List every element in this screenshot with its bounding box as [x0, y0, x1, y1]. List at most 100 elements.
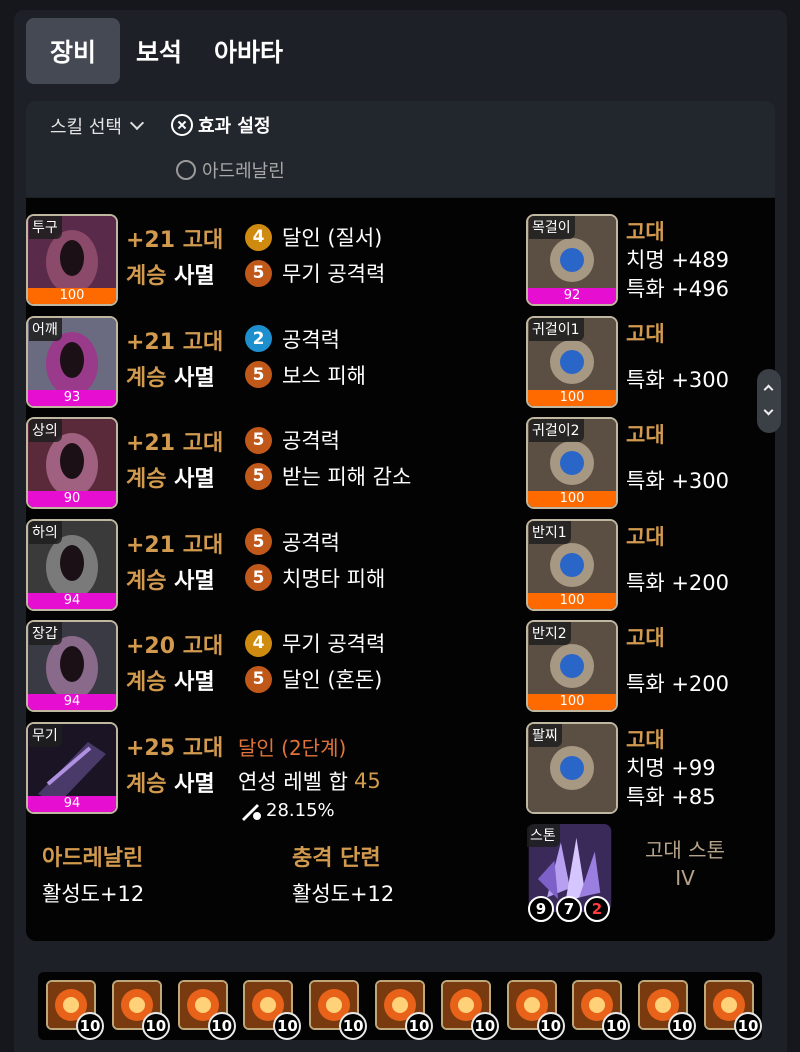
option-row: 4 달인 (질서) [245, 222, 382, 252]
bond-label: 연성 레벨 합 [238, 770, 348, 794]
quality-bar: 93 [28, 389, 116, 406]
elixir-name: 아드레날린 [42, 846, 144, 871]
skill-select-dropdown[interactable]: 스킬 선택 [50, 113, 148, 139]
tab-bar: 장비 보석 아바타 [26, 18, 299, 84]
set-name: 사멸 [174, 264, 215, 289]
slot-label: 투구 [29, 216, 62, 239]
set-info: 계승 사멸 [126, 360, 215, 392]
gem-level: 10 [207, 1012, 236, 1040]
quality-bar: 100 [528, 592, 616, 609]
slot-label: 상의 [29, 419, 62, 442]
tab-gems[interactable]: 보석 [120, 18, 198, 84]
weapon-enhance: +25 고대 [126, 730, 223, 762]
set-name: 사멸 [174, 568, 215, 594]
option-row: 4 무기 공격력 [245, 628, 385, 658]
gem-strip: 10 10 10 10 10 10 10 10 10 10 10 [38, 972, 762, 1040]
radio-icon [176, 160, 196, 180]
equipment-slot[interactable]: 팔찌 [526, 721, 618, 814]
option-row: 5 공격력 [245, 527, 340, 557]
succession-label: 계승 [126, 670, 167, 695]
quality-bar: 100 [28, 288, 116, 304]
gem-level: 10 [76, 1012, 104, 1040]
option-level-badge: 5 [245, 426, 272, 454]
option-name: 달인 (혼돈) [282, 668, 383, 692]
slot-label: 반지1 [529, 520, 571, 544]
tab-avatar[interactable]: 아바타 [198, 18, 299, 84]
enhance-text: +21 고대 [126, 431, 224, 456]
option-name: 공격력 [282, 429, 340, 453]
elixir-name: 충격 단련 [292, 846, 381, 871]
slot-label: 스톤 [527, 824, 560, 847]
scroll-handle[interactable] [757, 369, 781, 433]
adrenaline-radio-label: 아드레날린 [202, 161, 285, 182]
quality-bar: 94 [28, 592, 116, 609]
accessory-grade: 고대 [626, 626, 665, 650]
equipment-slot[interactable]: 하의 94 [26, 518, 118, 611]
option-row: 5 치명타 피해 [245, 563, 385, 593]
quality-bar: 100 [528, 694, 616, 710]
option-name: 공격력 [282, 327, 340, 352]
stone-name-line: 고대 스톤 [645, 838, 725, 862]
option-level-badge: 5 [245, 259, 272, 287]
option-level-badge: 5 [245, 462, 272, 490]
enhance-text: +21 고대 [126, 329, 224, 355]
accessory-grade: 고대 [626, 220, 665, 244]
accessory-stat: 치명 +99 [626, 755, 716, 780]
gem-level: 10 [536, 1012, 565, 1040]
option-level-badge: 2 [245, 325, 272, 352]
accessory-grade: 고대 [626, 524, 665, 549]
ratio-value: 28.15% [266, 800, 335, 821]
tab-equipment[interactable]: 장비 [26, 18, 120, 84]
set-info: 계승 사멸 [126, 563, 215, 595]
enhance-level: +21 고대 [126, 527, 223, 559]
slot-label: 무기 [29, 724, 62, 747]
stone-engravings: 9 7 2 [528, 896, 610, 922]
succession-label: 계승 [126, 467, 167, 492]
enhance-level: +21 고대 [126, 222, 223, 254]
accessory-stat: 치명 +489 [626, 248, 729, 272]
equipment-slot[interactable]: 상의 90 [26, 417, 118, 509]
slot-label: 팔찌 [529, 723, 562, 747]
set-name: 사멸 [174, 467, 215, 492]
stone-engraving-count: 7 [556, 896, 582, 922]
equipment-slot[interactable]: 장갑 94 [26, 620, 118, 712]
accessory-grade: 고대 [626, 321, 665, 346]
equipment-slot[interactable]: 귀걸이1 100 [526, 315, 618, 408]
stone-engraving-count: 2 [584, 896, 610, 922]
equipment-slot[interactable]: 반지2 100 [526, 620, 618, 712]
gem-level: 10 [602, 1012, 631, 1040]
option-level-badge: 5 [245, 564, 272, 591]
set-name: 사멸 [174, 670, 215, 695]
gem-level: 10 [405, 1012, 433, 1040]
equipment-slot[interactable]: 목걸이 92 [526, 214, 618, 306]
option-level-badge: 5 [245, 361, 272, 388]
chevron-down-icon [129, 115, 145, 131]
adrenaline-radio[interactable]: 아드레날린 [176, 157, 285, 183]
gem-level: 10 [734, 1012, 762, 1040]
weapon-tier: 달인 (2단계) [238, 736, 347, 760]
option-row: 5 보스 피해 [245, 360, 366, 390]
succession-label: 계승 [126, 772, 167, 797]
gem-level: 10 [141, 1012, 170, 1040]
option-name: 공격력 [282, 530, 340, 555]
stone-name: 고대 스톤 IV [610, 836, 760, 892]
settings-panel: 스킬 선택 효과 설정 아드레날린 [26, 101, 775, 197]
succession-label: 계승 [126, 568, 167, 594]
gem-level: 10 [339, 1012, 368, 1040]
equipment-slot[interactable]: 무기 94 [26, 722, 118, 814]
bond-level: 연성 레벨 합 45 [238, 766, 381, 796]
enhance-level: +21 고대 [126, 425, 223, 457]
stone-engraving-count: 9 [528, 896, 554, 922]
option-row: 5 공격력 [245, 425, 340, 455]
equipment-slot[interactable]: 투구 100 [26, 214, 118, 306]
equipment-slot[interactable]: 어깨 93 [26, 315, 118, 408]
chevron-down-icon [763, 405, 774, 416]
weapon-set-info: 계승 사멸 [126, 766, 215, 798]
equipment-slot[interactable]: 반지1 100 [526, 518, 618, 611]
elixir-value: 활성도+12 [292, 882, 395, 906]
slot-label: 귀걸이2 [529, 419, 584, 442]
slot-label: 목걸이 [529, 216, 575, 239]
option-level-badge: 5 [245, 665, 272, 693]
effect-setting-button[interactable]: 효과 설정 [171, 112, 271, 138]
equipment-slot[interactable]: 귀걸이2 100 [526, 417, 618, 509]
